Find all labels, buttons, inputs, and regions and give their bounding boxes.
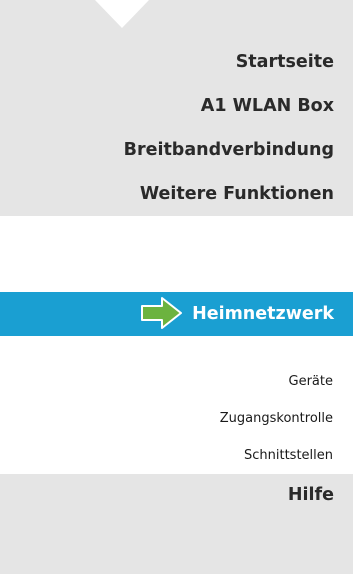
submenu-item-schnittstellen[interactable]: Schnittstellen	[0, 437, 353, 474]
menu-item-breitbandverbindung[interactable]: Breitbandverbindung	[0, 128, 353, 172]
menu-item-label: Heimnetzwerk	[192, 304, 334, 324]
menu-item-label: Startseite	[235, 52, 334, 72]
arrow-right-icon	[141, 296, 183, 334]
submenu-item-label: Zugangskontrolle	[219, 411, 333, 426]
menu-item-hilfe[interactable]: Hilfe	[0, 474, 353, 574]
submenu-item-label: Schnittstellen	[243, 448, 333, 463]
navigation-menu: Startseite A1 WLAN Box Breitbandverbindu…	[0, 0, 353, 574]
menu-item-a1-wlan-box[interactable]: A1 WLAN Box	[0, 84, 353, 128]
menu-item-label: A1 WLAN Box	[200, 96, 334, 116]
menu-item-label: Breitbandverbindung	[123, 140, 334, 160]
menu-item-weitere-funktionen[interactable]: Weitere Funktionen	[0, 172, 353, 216]
menu-notch-pointer	[0, 0, 353, 40]
menu-item-heimnetzwerk[interactable]: Heimnetzwerk	[0, 292, 353, 336]
submenu-item-geraete[interactable]: Geräte	[0, 363, 353, 400]
submenu-item-label: Geräte	[288, 374, 333, 389]
menu-item-label: Weitere Funktionen	[139, 184, 334, 204]
menu-item-startseite[interactable]: Startseite	[0, 40, 353, 84]
menu-item-label: Hilfe	[287, 485, 334, 505]
submenu-item-zugangskontrolle[interactable]: Zugangskontrolle	[0, 400, 353, 437]
